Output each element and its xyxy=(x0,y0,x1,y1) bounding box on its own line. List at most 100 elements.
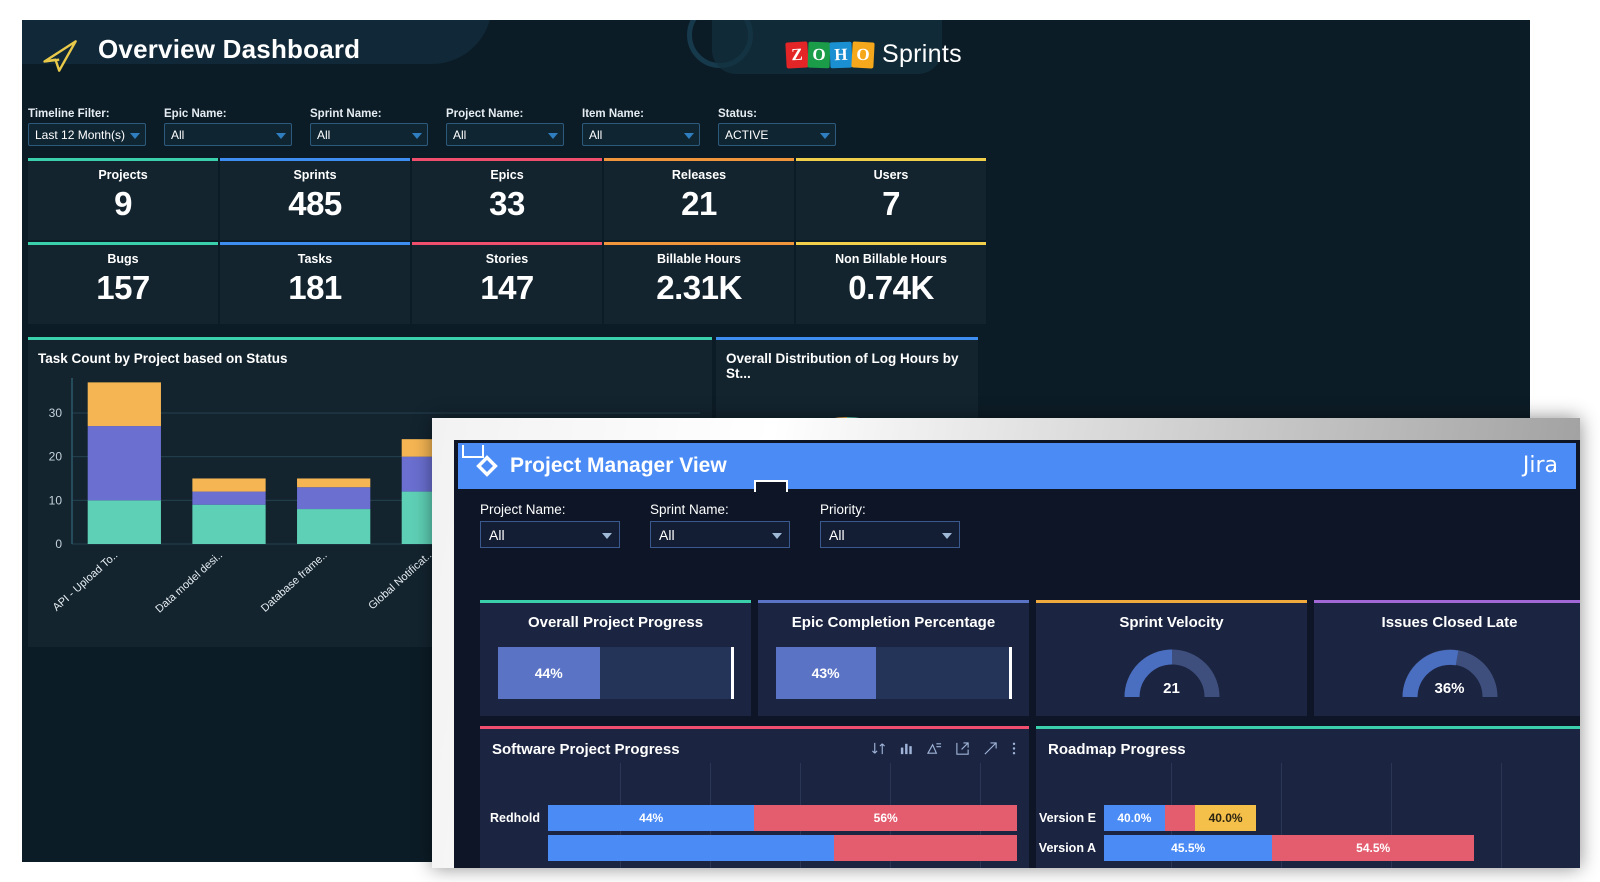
roadmap-progress-panel: Roadmap Progress Version E 40.0% 4 xyxy=(1036,726,1580,868)
bar-segment-done: 45.5% xyxy=(1104,835,1272,861)
chevron-down-icon xyxy=(772,533,782,539)
kpi-card-tasks[interactable]: Tasks 181 xyxy=(220,242,410,324)
filter-timeline-select[interactable]: Last 12 Month(s) xyxy=(28,123,146,146)
progress-bar-track: 44% xyxy=(498,647,734,699)
filter-item-name-value: All xyxy=(589,128,602,142)
jira-kpi-epic-completion-percentage[interactable]: Epic Completion Percentage 43% xyxy=(758,600,1029,716)
filter-status-value: ACTIVE xyxy=(725,128,768,142)
jira-kpi-overall-project-progress[interactable]: Overall Project Progress 44% xyxy=(480,600,751,716)
kpi-label: Sprint Velocity xyxy=(1119,614,1223,631)
zoho-filter-bar: Timeline Filter: Last 12 Month(s) Epic N… xyxy=(28,108,836,146)
stacked-bar: 44% 56% xyxy=(548,805,1017,831)
kpi-accent-bar xyxy=(28,158,218,161)
filter-project-name-select[interactable]: All xyxy=(446,123,564,146)
chart-title: Overall Distribution of Log Hours by St.… xyxy=(716,340,978,381)
sort-icon[interactable] xyxy=(871,741,886,756)
progress-bar-fill: 44% xyxy=(498,647,601,699)
kpi-label: Bugs xyxy=(107,252,138,266)
window-corner-marker xyxy=(462,445,484,458)
kpi-value: 485 xyxy=(288,185,342,223)
kpi-card-users[interactable]: Users 7 xyxy=(796,158,986,240)
table-row[interactable]: Version E 40.0% 40.0% xyxy=(1036,803,1580,833)
panel-title: Roadmap Progress xyxy=(1036,729,1580,758)
segment-value: 45.5% xyxy=(1171,841,1205,855)
bar-segment-done: 40.0% xyxy=(1104,805,1165,831)
bar-segment-late: 54.5% xyxy=(1272,835,1474,861)
kpi-accent-bar xyxy=(220,158,410,161)
chevron-down-icon xyxy=(602,533,612,539)
kpi-accent-bar xyxy=(28,242,218,245)
svg-text:10: 10 xyxy=(49,493,63,507)
bar-segment-late xyxy=(1165,805,1195,831)
jira-filter-sprint-name-select[interactable]: All xyxy=(650,521,790,548)
trend-icon[interactable] xyxy=(927,741,942,756)
row-label: Version E xyxy=(1036,811,1104,825)
jira-kpi-issues-closed-late[interactable]: Issues Closed Late 36% xyxy=(1314,600,1580,716)
svg-text:Database frame..: Database frame.. xyxy=(259,549,330,614)
jira-filter-project-name-select[interactable]: All xyxy=(480,521,620,548)
filter-epic-name-label: Epic Name: xyxy=(164,108,292,120)
bar-segment-remaining: 56% xyxy=(754,805,1017,831)
screenshot-root: Overview Dashboard Z O H O Sprints Timel… xyxy=(0,0,1600,882)
table-row[interactable]: Version A 45.5% 54.5% xyxy=(1036,833,1580,863)
jira-filter-project-name-value: All xyxy=(489,527,505,543)
kpi-value: 2.31K xyxy=(656,269,742,307)
zoho-wordmark-tiles: Z O H O xyxy=(786,42,874,68)
bar-chart-icon[interactable] xyxy=(899,741,914,756)
window-tab-notch xyxy=(754,480,788,492)
jira-filter-priority-select[interactable]: All xyxy=(820,521,960,548)
kpi-value: 181 xyxy=(288,269,342,307)
kpi-label: Tasks xyxy=(298,252,333,266)
filter-epic-name-select[interactable]: All xyxy=(164,123,292,146)
more-options-icon[interactable] xyxy=(1011,741,1017,756)
kpi-accent-bar xyxy=(412,242,602,245)
zoho-product-name: Sprints xyxy=(882,40,962,69)
filter-item-name-select[interactable]: All xyxy=(582,123,700,146)
chevron-down-icon xyxy=(130,133,140,139)
roadmap-progress-bars: Version E 40.0% 40.0% Version A xyxy=(1036,803,1580,863)
jira-kpi-sprint-velocity[interactable]: Sprint Velocity 21 xyxy=(1036,600,1307,716)
svg-text:20: 20 xyxy=(49,450,63,464)
segment-value: 40.0% xyxy=(1117,811,1151,825)
filter-sprint-name-select[interactable]: All xyxy=(310,123,428,146)
kpi-accent-bar xyxy=(1314,600,1580,603)
table-row[interactable]: Redhold 44% 56% xyxy=(480,803,1029,833)
zoho-tile-h: H xyxy=(830,41,853,68)
filter-epic-name-value: All xyxy=(171,128,184,142)
gauge-chart: 21 xyxy=(1124,647,1220,699)
expand-icon[interactable] xyxy=(983,741,998,756)
kpi-accent-bar xyxy=(758,600,1029,603)
kpi-value: 7 xyxy=(882,185,900,223)
kpi-label: Epics xyxy=(490,168,523,182)
chevron-down-icon xyxy=(276,133,286,139)
filter-timeline-value: Last 12 Month(s) xyxy=(35,128,125,142)
kpi-card-non-billable-hours[interactable]: Non Billable Hours 0.74K xyxy=(796,242,986,324)
bar-segment-todo: 40.0% xyxy=(1195,805,1256,831)
row-label: Version A xyxy=(1036,841,1104,855)
filter-sprint-name-label: Sprint Name: xyxy=(310,108,428,120)
kpi-value: 0.74K xyxy=(848,269,934,307)
kpi-value: 147 xyxy=(480,269,534,307)
jira-dashboard-content: Project Manager View Jira Project Name: … xyxy=(454,440,1580,868)
stacked-bar: 40.0% 40.0% xyxy=(1104,805,1256,831)
filter-status-label: Status: xyxy=(718,108,836,120)
table-row[interactable] xyxy=(480,833,1029,863)
kpi-card-releases[interactable]: Releases 21 xyxy=(604,158,794,240)
filter-status-select[interactable]: ACTIVE xyxy=(718,123,836,146)
segment-value: 44% xyxy=(639,811,663,825)
kpi-card-sprints[interactable]: Sprints 485 xyxy=(220,158,410,240)
kpi-card-projects[interactable]: Projects 9 xyxy=(28,158,218,240)
kpi-card-billable-hours[interactable]: Billable Hours 2.31K xyxy=(604,242,794,324)
external-link-icon[interactable] xyxy=(955,741,970,756)
jira-filter-project-name-label: Project Name: xyxy=(480,502,620,517)
jira-filter-sprint-name-label: Sprint Name: xyxy=(650,502,790,517)
kpi-label: Users xyxy=(874,168,909,182)
kpi-card-stories[interactable]: Stories 147 xyxy=(412,242,602,324)
progress-bar-track: 43% xyxy=(776,647,1012,699)
chevron-down-icon xyxy=(548,133,558,139)
bar-segment-done: 44% xyxy=(548,805,754,831)
kpi-label: Releases xyxy=(672,168,726,182)
gauge-value: 36% xyxy=(1402,680,1498,697)
kpi-card-bugs[interactable]: Bugs 157 xyxy=(28,242,218,324)
kpi-card-epics[interactable]: Epics 33 xyxy=(412,158,602,240)
